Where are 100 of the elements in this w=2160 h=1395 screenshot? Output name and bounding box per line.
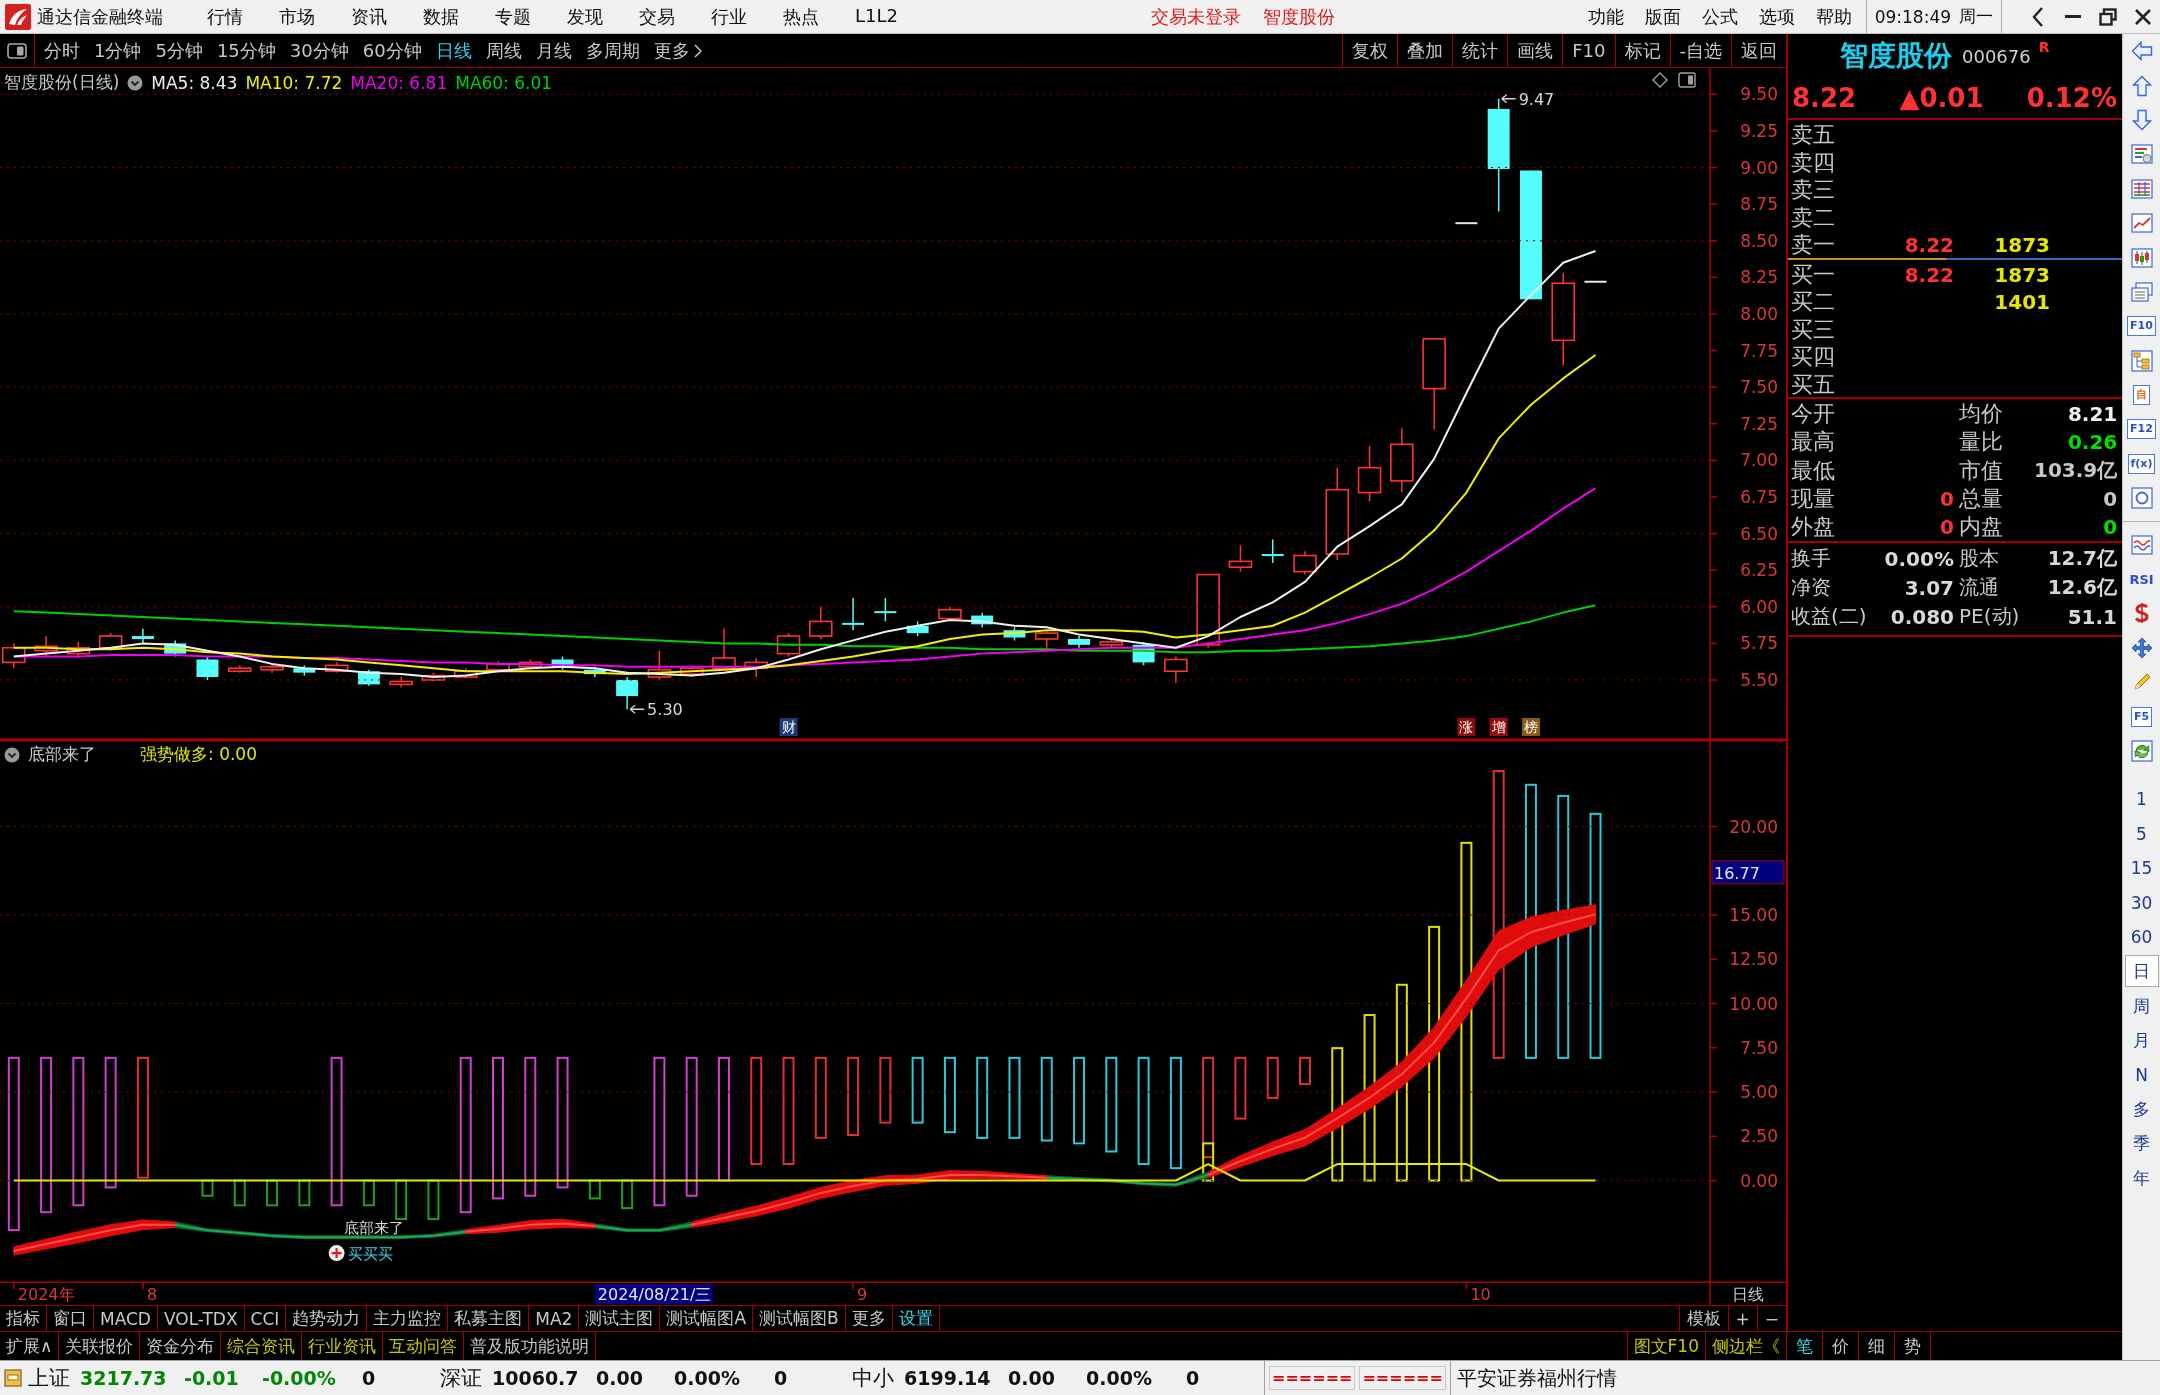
diamond-icon[interactable] [1652,72,1668,88]
indicator-tab[interactable]: 趋势动力 [286,1306,368,1331]
info-marker[interactable]: 涨 [1457,718,1476,736]
period-shortcut[interactable]: N [2124,1058,2159,1091]
wave-chart-icon[interactable] [2130,533,2153,556]
indicator-tab[interactable]: 指标 [0,1306,47,1331]
more-periods-button[interactable]: 更多 [653,38,702,63]
alert-indicator[interactable]: ====== [1269,1366,1356,1390]
up-arrow-icon[interactable] [2130,74,2153,97]
menu-item[interactable]: 选项 [1758,4,1795,29]
side-tool-button[interactable]: F12 [2127,419,2156,440]
panel-toggle-icon[interactable] [7,42,27,59]
period-shortcut[interactable]: 5 [2124,817,2159,850]
dropdown-icon[interactable] [4,746,20,763]
period-tab[interactable]: 60分钟 [362,38,422,63]
indicator-tab[interactable]: 测试幅图B [753,1306,846,1331]
back-icon[interactable] [2031,6,2044,27]
period-tab[interactable]: 日线 [435,38,472,63]
menu-item[interactable]: 公式 [1701,4,1738,29]
period-shortcut[interactable]: 月 [2124,1024,2159,1057]
indicator-tab[interactable]: 私募主图 [448,1306,530,1331]
period-tab[interactable]: 周线 [485,38,522,63]
menu-item[interactable]: 资讯 [351,4,387,29]
windows-icon[interactable] [2130,280,2153,303]
period-shortcut[interactable]: 60 [2124,920,2159,953]
chart-tool-button[interactable]: 统计 [1452,34,1508,67]
indicator-tab[interactable]: 主力监控 [367,1306,449,1331]
indicator-tab[interactable]: 更多 [845,1306,893,1331]
panel-icon[interactable] [1678,72,1696,88]
side-tool-button[interactable]: F5 [2130,706,2153,727]
menu-item[interactable]: 版面 [1644,4,1681,29]
chart-tool-button[interactable]: F10 [1562,34,1615,67]
menu-item[interactable]: 行业 [711,4,747,29]
grid-table-icon[interactable] [2130,177,2153,200]
period-shortcut[interactable]: 15 [2124,852,2159,885]
period-shortcut[interactable]: 多 [2124,1092,2159,1125]
period-shortcut[interactable]: 30 [2124,886,2159,919]
chart-tool-button[interactable]: 返回 [1731,34,1786,67]
move-icon[interactable] [2130,636,2153,659]
side-tool-button[interactable]: RSI [2129,571,2154,587]
indicator-tab[interactable]: VOL-TDX [157,1306,245,1331]
period-shortcut[interactable]: 日 [2124,955,2159,988]
menu-item[interactable]: 行情 [207,4,243,29]
template-control-button[interactable]: 模板 [1678,1306,1728,1331]
chart-tool-button[interactable]: 标记 [1614,34,1670,67]
axis-label: 6.75 [1740,486,1778,507]
side-tool-button[interactable]: f(x) [2127,453,2156,474]
square-icon[interactable] [4,1369,22,1387]
minimize-icon[interactable] [2064,14,2081,19]
period-tab[interactable]: 月线 [535,38,572,63]
dropdown-icon[interactable] [127,74,144,91]
close-icon[interactable] [2133,7,2152,26]
indicator-tab[interactable]: MACD [94,1306,158,1331]
indicator-tab[interactable]: MA2 [529,1306,580,1331]
menu-item[interactable]: L1L2 [855,4,898,29]
period-tab[interactable]: 多周期 [585,38,640,63]
template-control-button[interactable]: + [1727,1306,1757,1331]
template-control-button[interactable]: − [1756,1306,1786,1331]
period-tab[interactable]: 1分钟 [94,38,142,63]
info-marker[interactable]: 财 [779,718,798,736]
table-icon[interactable] [2130,143,2153,166]
left-arrow-icon[interactable] [2130,40,2153,63]
menu-item[interactable]: 帮助 [1815,4,1852,29]
period-tab[interactable]: 5分钟 [155,38,203,63]
header-notice[interactable]: 智度股份 [1262,4,1335,29]
info-marker[interactable]: 增 [1489,718,1508,736]
down-arrow-icon[interactable] [2130,108,2153,131]
candlestick-icon[interactable] [2130,246,2153,269]
header-notice[interactable]: 交易未登录 [1150,4,1241,29]
stat-label: 今开 [1791,400,1836,429]
chart-tool-button[interactable]: 复权 [1342,34,1398,67]
chart-tool-button[interactable]: 叠加 [1397,34,1453,67]
menu-item[interactable]: 功能 [1587,4,1624,29]
side-tool-button[interactable]: F10 [2127,316,2156,337]
menu-item[interactable]: 热点 [783,4,819,29]
refresh-icon[interactable] [2130,740,2153,762]
period-shortcut[interactable]: 周 [2124,989,2159,1022]
info-marker[interactable]: 榜 [1521,718,1540,736]
menu-item[interactable]: 交易 [639,4,675,29]
period-shortcut[interactable]: 季 [2124,1127,2159,1160]
indicator-tab[interactable]: 测试幅图A [660,1306,754,1331]
alert-indicator[interactable]: ====== [1359,1366,1446,1390]
indicator-tab[interactable]: CCI [244,1306,287,1331]
tree-icon[interactable] [2130,349,2153,372]
chart-tool-button[interactable]: 画线 [1507,34,1563,67]
menu-item[interactable]: 专题 [495,4,531,29]
indicator-tab[interactable]: 窗口 [47,1306,94,1331]
menu-item[interactable]: 市场 [279,4,315,29]
indicator-tab[interactable]: 设置 [892,1306,940,1331]
period-tab[interactable]: 分时 [44,38,80,63]
menu-item[interactable]: 发现 [567,4,603,29]
restore-icon[interactable] [2098,7,2117,26]
indicator-tab[interactable]: 测试主图 [579,1306,661,1331]
menu-item[interactable]: 数据 [423,4,459,29]
period-tab[interactable]: 15分钟 [216,38,276,63]
period-shortcut[interactable]: 年 [2124,1161,2159,1194]
chart-tool-button[interactable]: -自选 [1669,34,1731,67]
line-chart-icon[interactable] [2130,212,2153,235]
period-tab[interactable]: 30分钟 [289,38,349,63]
period-shortcut[interactable]: 1 [2124,783,2159,816]
